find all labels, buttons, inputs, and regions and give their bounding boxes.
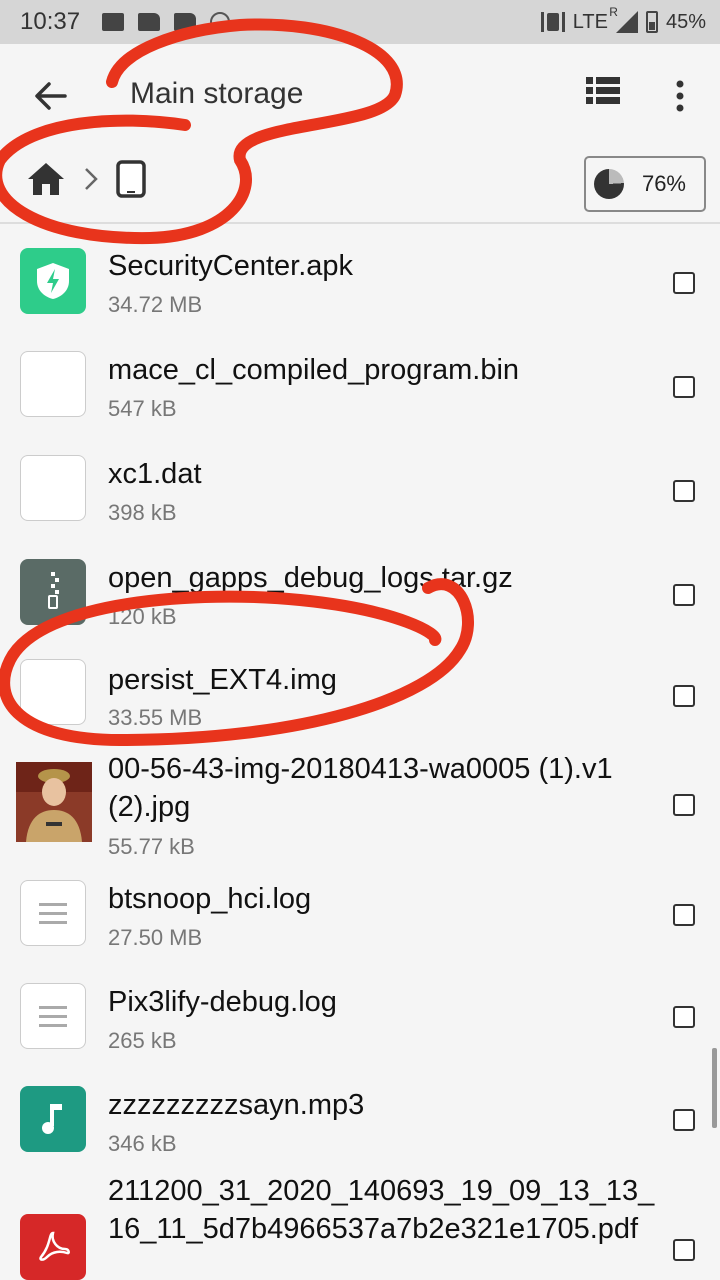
signal-icon: [615, 11, 638, 33]
file-size: 398 kB: [108, 500, 177, 525]
chevron-right-icon: [85, 168, 98, 190]
list-view-button[interactable]: [584, 74, 628, 118]
file-row[interactable]: xc1.dat 398 kB: [0, 434, 720, 538]
folder-notification-icon: [138, 13, 161, 31]
file-size: 120 kB: [108, 604, 177, 629]
file-size: 265 kB: [108, 1028, 177, 1053]
more-vert-icon: [676, 80, 684, 112]
select-checkbox[interactable]: [673, 1006, 695, 1028]
file-size: 33.55 MB: [108, 705, 203, 730]
shield-app-icon: [20, 248, 86, 314]
phone-storage-icon[interactable]: [116, 160, 146, 198]
select-checkbox[interactable]: [673, 376, 695, 398]
vibrate-icon: [540, 12, 565, 32]
file-size: 55.77 kB: [108, 834, 195, 859]
file-name: open_gapps_debug_logs.tar.gz: [108, 562, 513, 594]
file-name: Pix3lify-debug.log: [108, 986, 337, 1018]
select-checkbox[interactable]: [673, 272, 695, 294]
list-view-icon: [586, 77, 620, 104]
back-button[interactable]: [28, 74, 72, 118]
back-arrow-icon: [35, 82, 67, 110]
home-icon[interactable]: [26, 161, 66, 197]
storage-usage-button[interactable]: 76%: [584, 156, 706, 212]
text-file-icon: [20, 880, 86, 946]
select-checkbox[interactable]: [673, 685, 695, 707]
archive-icon: [20, 559, 86, 625]
file-row[interactable]: persist_EXT4.img 33.55 MB: [0, 642, 720, 746]
file-size: 346 kB: [108, 1131, 177, 1156]
storage-pie-icon: [594, 169, 624, 199]
file-row[interactable]: mace_cl_compiled_program.bin 547 kB: [0, 330, 720, 434]
file-row[interactable]: btsnoop_hci.log 27.50 MB: [0, 876, 720, 980]
file-name: SecurityCenter.apk: [108, 250, 354, 282]
status-right: LTE R 45%: [540, 4, 706, 34]
battery-icon: [645, 11, 658, 33]
file-row[interactable]: open_gapps_debug_logs.tar.gz 120 kB: [0, 538, 720, 642]
battery-level: 45%: [665, 10, 706, 33]
select-checkbox[interactable]: [673, 1109, 695, 1131]
folder-notification-icon-2: [174, 13, 197, 31]
blank-file-icon: [20, 351, 86, 417]
blank-file-icon: [20, 455, 86, 521]
terminal-notification-icon: [210, 12, 231, 32]
network-type: LTE R: [572, 4, 618, 33]
storage-usage-value: 76%: [641, 171, 686, 196]
file-size: 34.72 MB: [108, 292, 203, 317]
app-bar: Main storage 76%: [0, 44, 720, 224]
scrollbar[interactable]: [712, 1048, 717, 1128]
blank-file-icon: [20, 659, 86, 725]
file-size: 27.50 MB: [108, 925, 203, 950]
file-name: xc1.dat: [108, 458, 202, 490]
file-row[interactable]: SecurityCenter.apk 34.72 MB: [0, 226, 720, 330]
file-name: btsnoop_hci.log: [108, 883, 312, 915]
file-row[interactable]: Pix3lify-debug.log 265 kB: [0, 980, 720, 1084]
image-notification-icon: [102, 13, 125, 31]
select-checkbox[interactable]: [673, 480, 695, 502]
music-icon: [20, 1086, 86, 1152]
photo-thumbnail: [16, 762, 92, 842]
file-row[interactable]: 00-56-43-img-20180413-wa0005 (1).v1 (2).…: [0, 746, 720, 876]
file-name: 00-56-43-img-20180413-wa0005 (1).v1 (2).…: [108, 753, 613, 823]
status-time: 10:37: [20, 8, 81, 35]
select-checkbox[interactable]: [673, 794, 695, 816]
text-file-icon: [20, 983, 86, 1049]
select-checkbox[interactable]: [673, 904, 695, 926]
file-name: persist_EXT4.img: [108, 664, 337, 696]
more-options-button[interactable]: [660, 74, 700, 118]
breadcrumb: [26, 160, 146, 198]
file-row[interactable]: 211200_31_2020_140693_19_09_13_13_16_11_…: [0, 1175, 720, 1280]
file-size: 547 kB: [108, 396, 177, 421]
select-checkbox[interactable]: [673, 584, 695, 606]
page-title: Main storage: [130, 77, 304, 110]
file-name: zzzzzzzzzsayn.mp3: [108, 1089, 365, 1121]
notification-icons: [102, 12, 231, 32]
select-checkbox[interactable]: [673, 1239, 695, 1261]
file-name: mace_cl_compiled_program.bin: [108, 354, 520, 386]
pdf-icon: [20, 1214, 86, 1280]
status-bar: 10:37 LTE R 45%: [0, 0, 720, 44]
file-name: 211200_31_2020_140693_19_09_13_13_16_11_…: [108, 1175, 655, 1245]
